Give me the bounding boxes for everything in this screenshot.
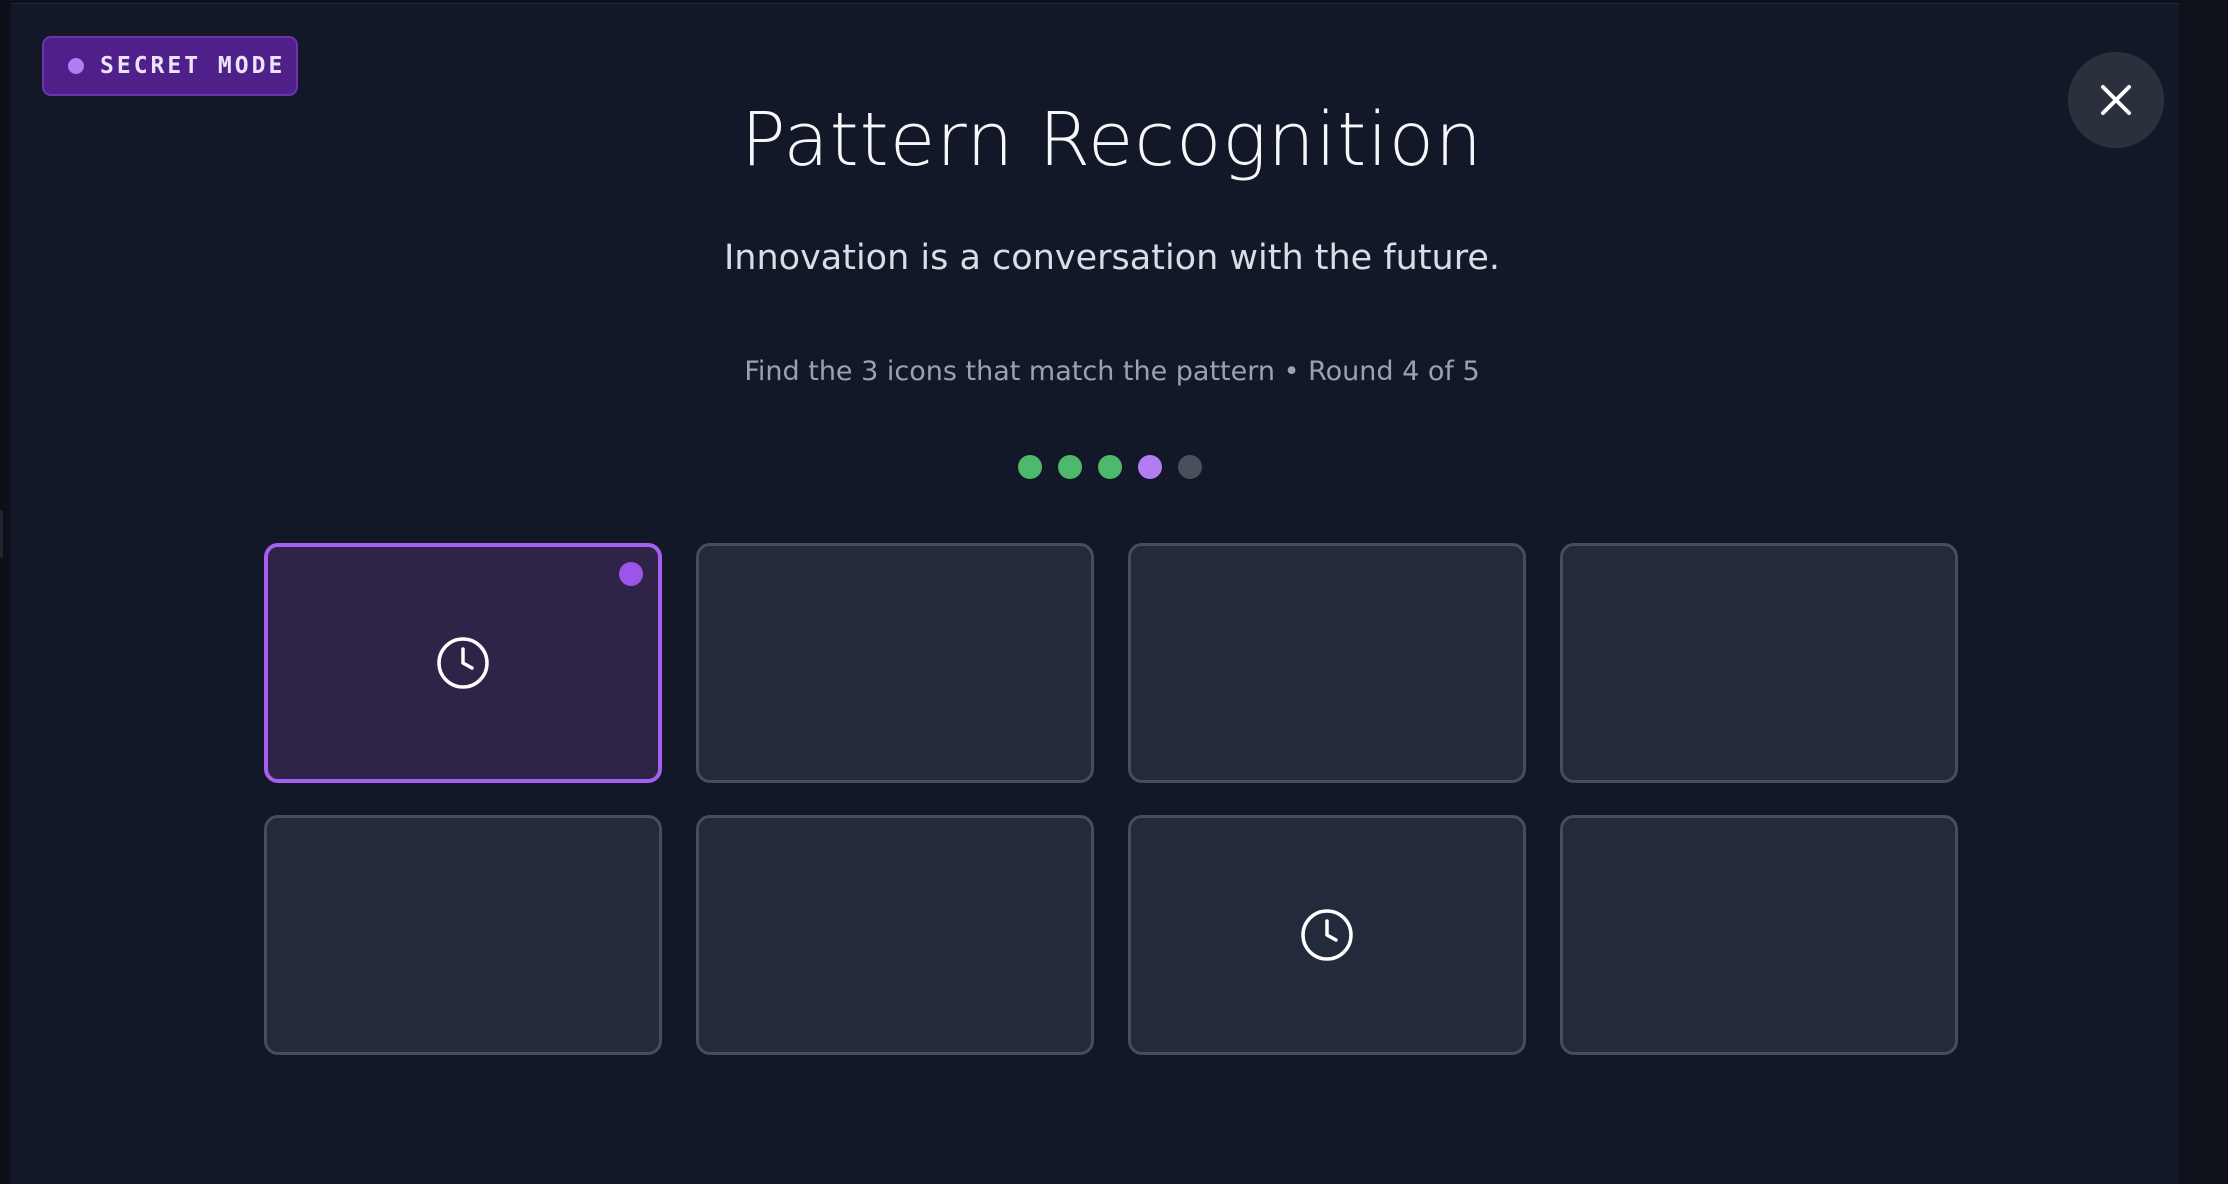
secret-mode-label: SECRET MODE bbox=[100, 53, 286, 79]
progress-dot-complete bbox=[1058, 455, 1082, 479]
grid-tile-7[interactable] bbox=[1128, 815, 1526, 1055]
progress-dot-pending bbox=[1178, 455, 1202, 479]
progress-dot-current bbox=[1138, 455, 1162, 479]
clock-icon bbox=[436, 636, 490, 690]
progress-dot-complete bbox=[1018, 455, 1042, 479]
icon-grid bbox=[264, 543, 1958, 1055]
selected-marker-icon bbox=[619, 562, 643, 586]
badge-dot-icon bbox=[68, 58, 84, 74]
grid-tile-1[interactable] bbox=[264, 543, 662, 783]
progress-dot-complete bbox=[1098, 455, 1122, 479]
grid-tile-3[interactable] bbox=[1128, 543, 1526, 783]
secret-mode-badge: SECRET MODE bbox=[42, 36, 298, 96]
resize-handle[interactable] bbox=[0, 510, 3, 558]
grid-tile-4[interactable] bbox=[1560, 543, 1958, 783]
grid-tile-5[interactable] bbox=[264, 815, 662, 1055]
round-progress bbox=[1018, 455, 1202, 479]
page-title: Pattern Recognition bbox=[741, 97, 1483, 183]
clock-icon bbox=[1300, 908, 1354, 962]
tagline: Innovation is a conversation with the fu… bbox=[723, 238, 1501, 278]
round-instructions: Find the 3 icons that match the pattern … bbox=[744, 356, 1480, 387]
grid-tile-6[interactable] bbox=[696, 815, 1094, 1055]
grid-tile-2[interactable] bbox=[696, 543, 1094, 783]
grid-tile-8[interactable] bbox=[1560, 815, 1958, 1055]
